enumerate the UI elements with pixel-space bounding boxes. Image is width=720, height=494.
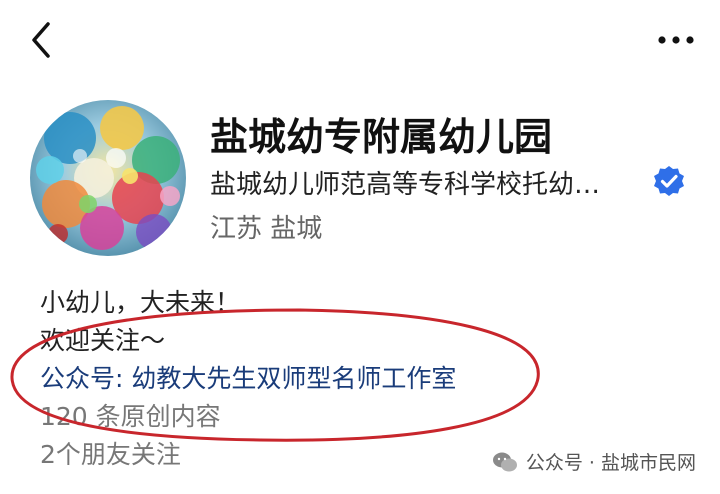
account-name: 盐城幼专附属幼儿园 [210, 115, 553, 159]
account-location: 江苏 盐城 [210, 214, 323, 244]
verified-organization[interactable]: 盐城幼儿师范高等专科学校托幼… [210, 164, 600, 201]
wechat-icon [492, 452, 517, 471]
watermark: 公众号 · 盐城市民网 [492, 448, 696, 475]
account-avatar[interactable] [30, 100, 186, 256]
friends-following[interactable]: 2个朋友关注 [40, 436, 456, 474]
watermark-text: 公众号 · 盐城市民网 [525, 452, 696, 474]
back-button[interactable] [22, 18, 62, 62]
bio-official-account-line: 公众号: 幼教大先生双师型名师工作室 [40, 364, 457, 393]
top-bar [0, 0, 720, 90]
verified-badge-icon [652, 164, 686, 198]
more-dots-icon [658, 36, 694, 44]
bio-line: 小幼儿，大未来！ [40, 288, 241, 317]
bio-line: 欢迎关注～ [40, 326, 166, 355]
original-content-count[interactable]: 120 条原创内容 [40, 398, 456, 436]
more-options-button[interactable] [656, 28, 696, 52]
chevron-left-icon [32, 22, 50, 58]
account-bio: 小幼儿，大未来！ 欢迎关注～ 公众号: 幼教大先生双师型名师工作室 120 条原… [40, 284, 456, 474]
